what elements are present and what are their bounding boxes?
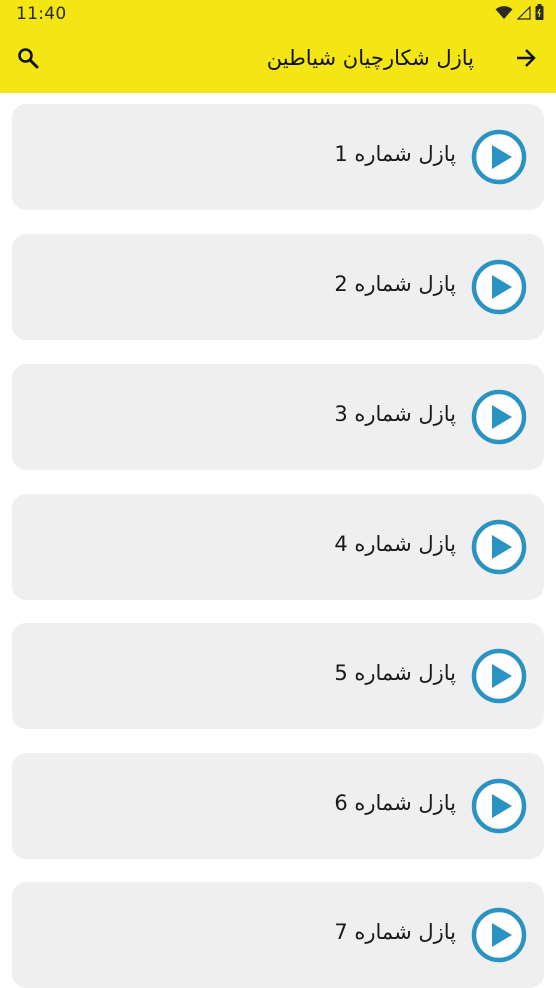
list-item-label: پازل شماره 4 (334, 532, 456, 556)
app-header: 11:40 پازل شکارچیان شیاطین (0, 0, 556, 93)
list-item[interactable]: پازل شماره 1 (12, 104, 544, 210)
signal-icon (516, 5, 531, 24)
list-item[interactable]: پازل شماره 3 (12, 364, 544, 470)
play-circle-icon (471, 519, 527, 575)
back-button[interactable] (512, 46, 540, 74)
search-button[interactable] (14, 46, 42, 74)
wifi-icon (495, 5, 513, 24)
list-item-label: پازل شماره 7 (334, 920, 456, 944)
page-title: پازل شکارچیان شیاطین (266, 46, 474, 70)
list-item-label: پازل شماره 3 (334, 402, 456, 426)
list-item[interactable]: پازل شماره 7 (12, 882, 544, 988)
list-item-label: پازل شماره 5 (334, 661, 456, 685)
battery-icon (535, 4, 544, 24)
play-circle-icon (471, 907, 527, 963)
play-circle-icon (471, 389, 527, 445)
play-circle-icon (471, 129, 527, 185)
status-icons (495, 4, 544, 24)
list-item-label: پازل شماره 2 (334, 272, 456, 296)
list-item[interactable]: پازل شماره 6 (12, 753, 544, 859)
status-bar: 11:40 (0, 0, 556, 28)
list-item-label: پازل شماره 1 (334, 142, 456, 166)
play-circle-icon (471, 259, 527, 315)
list-item[interactable]: پازل شماره 4 (12, 494, 544, 600)
list-item[interactable]: پازل شماره 5 (12, 623, 544, 729)
play-circle-icon (471, 648, 527, 704)
status-time: 11:40 (16, 4, 67, 24)
list-item-label: پازل شماره 6 (334, 791, 456, 815)
play-circle-icon (471, 778, 527, 834)
list-item[interactable]: پازل شماره 2 (12, 234, 544, 340)
toolbar: پازل شکارچیان شیاطین (0, 28, 556, 93)
search-icon (17, 47, 39, 73)
arrow-right-icon (515, 48, 537, 72)
